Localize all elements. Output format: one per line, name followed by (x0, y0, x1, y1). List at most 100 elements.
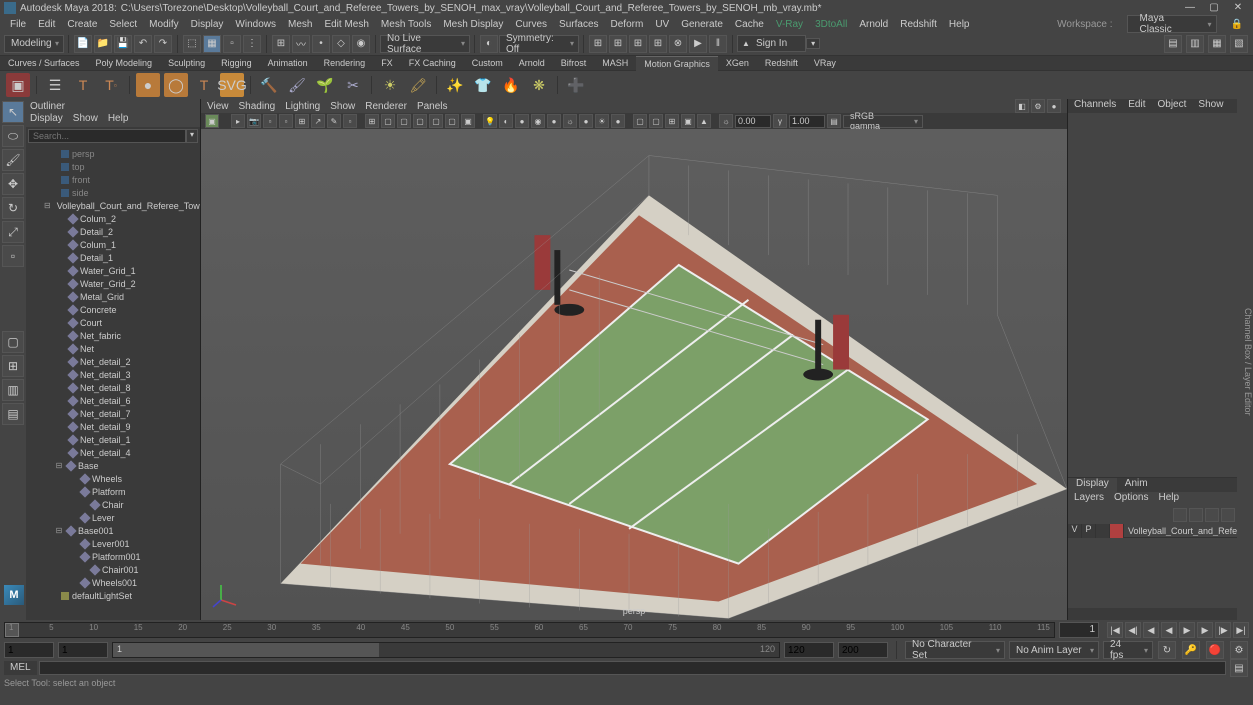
symmetry-dropdown[interactable]: Symmetry: Off (499, 35, 579, 53)
vp-menu-shading[interactable]: Shading (239, 101, 276, 112)
exposure-input[interactable] (735, 115, 771, 128)
vp-btn[interactable]: ▫ (279, 114, 293, 128)
tree-item[interactable]: Wheels (26, 472, 200, 485)
menu-mesh[interactable]: Mesh (282, 19, 318, 30)
menu-help[interactable]: Help (943, 19, 976, 30)
go-start-button[interactable]: |◀ (1107, 622, 1123, 638)
layout-2-button[interactable]: ▥ (1186, 35, 1204, 53)
shelf-hammer-icon[interactable]: 🔨 (257, 73, 281, 97)
vp-btn[interactable]: ▣ (461, 114, 475, 128)
menu-display[interactable]: Display (185, 19, 230, 30)
right-edge-channel-box[interactable]: Channel Box / Layer Editor (1243, 308, 1253, 416)
gamma-input[interactable] (789, 115, 825, 128)
shelf-paint2-icon[interactable]: 🖍 (406, 73, 430, 97)
layers-tab-anim[interactable]: Anim (1117, 478, 1156, 492)
grid-2-button[interactable]: ⊞ (609, 35, 627, 53)
workspace-dropdown[interactable]: Maya Classic (1127, 15, 1217, 33)
open-scene-button[interactable]: 📁 (94, 35, 112, 53)
range-start-inner[interactable] (58, 642, 108, 658)
expander-icon[interactable]: ⊟ (54, 526, 64, 535)
layer-name[interactable]: Volleyball_Court_and_Referee (1124, 526, 1237, 536)
vp-btn[interactable]: ☼ (563, 114, 577, 128)
tree-item[interactable]: Net_detail_6 (26, 394, 200, 407)
tree-item[interactable]: Concrete (26, 303, 200, 316)
shelf-type2-icon[interactable]: T (192, 73, 216, 97)
layout-two-stack[interactable]: ▤ (2, 403, 24, 425)
vp-color-icon[interactable]: ▤ (827, 114, 841, 128)
outliner-hscroll[interactable] (26, 608, 200, 620)
shelf-grow-icon[interactable]: 🌱 (313, 73, 337, 97)
menu-mesh-tools[interactable]: Mesh Tools (375, 19, 437, 30)
undo-button[interactable]: ↶ (134, 35, 152, 53)
vp-btn[interactable]: ▢ (397, 114, 411, 128)
symmetry-icon[interactable]: ◐ (480, 35, 498, 53)
vp-btn[interactable]: ▢ (429, 114, 443, 128)
vp-menu-view[interactable]: View (207, 101, 229, 112)
vp-cube-icon[interactable]: ◧ (1015, 99, 1029, 113)
vp-grid-button[interactable]: ⊞ (365, 114, 379, 128)
vp-btn[interactable]: ⊞ (665, 114, 679, 128)
color-mode-dropdown[interactable]: sRGB gamma (843, 115, 923, 128)
menu-arnold[interactable]: Arnold (853, 19, 894, 30)
menu-generate[interactable]: Generate (675, 19, 729, 30)
vp-btn[interactable]: ● (547, 114, 561, 128)
menu-select[interactable]: Select (103, 19, 143, 30)
loop-button[interactable]: ↻ (1158, 641, 1176, 659)
shelf-tab-fxcaching[interactable]: FX Caching (401, 56, 464, 70)
snap-live-button[interactable]: ◉ (352, 35, 370, 53)
viewport-3d[interactable]: persp (201, 129, 1067, 620)
tree-item[interactable]: Net_detail_7 (26, 407, 200, 420)
menu-mesh-display[interactable]: Mesh Display (437, 19, 509, 30)
tree-cam-side[interactable]: side (26, 186, 200, 199)
shelf-plus-icon[interactable]: ➕ (564, 73, 588, 97)
layer-row[interactable]: V P Volleyball_Court_and_Referee (1068, 524, 1237, 538)
layer-color-swatch[interactable] (1110, 524, 1124, 538)
cb-tab-object[interactable]: Object (1152, 99, 1193, 113)
menu-cache[interactable]: Cache (729, 19, 770, 30)
snap-plane-button[interactable]: ◇ (332, 35, 350, 53)
layer-new-empty-button[interactable] (1221, 508, 1235, 522)
tree-item[interactable]: Platform (26, 485, 200, 498)
tree-item[interactable]: Lever001 (26, 537, 200, 550)
menu-windows[interactable]: Windows (229, 19, 282, 30)
tree-item[interactable]: Net (26, 342, 200, 355)
layer-vis-toggle[interactable]: V (1068, 524, 1082, 538)
layout-1-button[interactable]: ▤ (1164, 35, 1182, 53)
outliner-menu-show[interactable]: Show (73, 113, 98, 127)
construction-history-button[interactable]: ⊗ (669, 35, 687, 53)
shelf-tab-animation[interactable]: Animation (260, 56, 316, 70)
menu-edit[interactable]: Edit (32, 19, 61, 30)
tree-root[interactable]: ⊟Volleyball_Court_and_Referee_Tower (26, 199, 200, 212)
grid-1-button[interactable]: ⊞ (589, 35, 607, 53)
tree-item[interactable]: Water_Grid_2 (26, 277, 200, 290)
tree-base001[interactable]: ⊟Base001 (26, 524, 200, 537)
shelf-tshirt-icon[interactable]: 👕 (471, 73, 495, 97)
lock-icon[interactable]: 🔒 (1225, 19, 1249, 30)
vp-cam-button[interactable]: 📷 (247, 114, 261, 128)
shelf-tab-mash[interactable]: MASH (594, 56, 636, 70)
menu-edit-mesh[interactable]: Edit Mesh (318, 19, 374, 30)
menu-3dtoall[interactable]: 3DtoAll (809, 19, 853, 30)
character-set-dropdown[interactable]: No Character Set (905, 641, 1005, 659)
snap-curve-button[interactable]: 〰 (292, 35, 310, 53)
vp-btn[interactable]: ▣ (681, 114, 695, 128)
layer-type-toggle[interactable] (1096, 524, 1110, 538)
vp-btn[interactable]: ▢ (445, 114, 459, 128)
tree-cam-front[interactable]: front (26, 173, 200, 186)
vp-btn[interactable]: ▲ (697, 114, 711, 128)
range-start-outer[interactable] (4, 642, 54, 658)
cb-tab-edit[interactable]: Edit (1122, 99, 1151, 113)
auto-key-button[interactable]: 🔑 (1182, 641, 1200, 659)
layout-3-button[interactable]: ▦ (1208, 35, 1226, 53)
step-forward-key-button[interactable]: |▶ (1215, 622, 1231, 638)
tree-cam-persp[interactable]: persp (26, 147, 200, 160)
menu-deform[interactable]: Deform (605, 19, 650, 30)
step-back-key-button[interactable]: ◀| (1125, 622, 1141, 638)
select-tool[interactable]: ↖ (2, 101, 24, 123)
shelf-paint-icon[interactable]: 🖌 (285, 73, 309, 97)
tree-item[interactable]: Wheels001 (26, 576, 200, 589)
layers-menu-options[interactable]: Options (1114, 492, 1148, 506)
menu-curves[interactable]: Curves (509, 19, 553, 30)
menu-uv[interactable]: UV (649, 19, 675, 30)
layout-4-button[interactable]: ▧ (1230, 35, 1248, 53)
